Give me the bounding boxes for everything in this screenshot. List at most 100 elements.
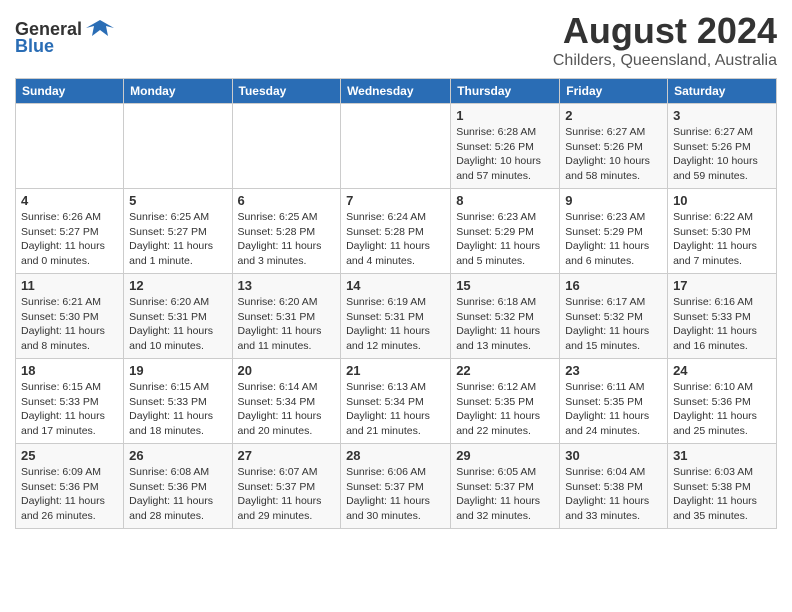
day-info: Sunrise: 6:06 AM Sunset: 5:37 PM Dayligh…: [346, 465, 445, 524]
calendar-cell: 25 Sunrise: 6:09 AM Sunset: 5:36 PM Dayli…: [16, 444, 124, 529]
calendar-header-row: SundayMondayTuesdayWednesdayThursdayFrid…: [16, 79, 777, 104]
day-number: 2: [565, 108, 662, 123]
calendar-cell: 11 Sunrise: 6:21 AM Sunset: 5:30 PM Dayli…: [16, 274, 124, 359]
logo-bird-icon: [86, 18, 114, 40]
calendar-table: SundayMondayTuesdayWednesdayThursdayFrid…: [15, 78, 777, 529]
day-info: Sunrise: 6:27 AM Sunset: 5:26 PM Dayligh…: [673, 125, 771, 184]
day-number: 18: [21, 363, 118, 378]
calendar-cell: 4 Sunrise: 6:26 AM Sunset: 5:27 PM Daylig…: [16, 189, 124, 274]
day-info: Sunrise: 6:20 AM Sunset: 5:31 PM Dayligh…: [238, 295, 336, 354]
day-info: Sunrise: 6:23 AM Sunset: 5:29 PM Dayligh…: [565, 210, 662, 269]
calendar-cell: 9 Sunrise: 6:23 AM Sunset: 5:29 PM Daylig…: [560, 189, 668, 274]
day-info: Sunrise: 6:05 AM Sunset: 5:37 PM Dayligh…: [456, 465, 554, 524]
day-info: Sunrise: 6:13 AM Sunset: 5:34 PM Dayligh…: [346, 380, 445, 439]
day-number: 14: [346, 278, 445, 293]
day-number: 16: [565, 278, 662, 293]
day-number: 19: [129, 363, 226, 378]
day-number: 6: [238, 193, 336, 208]
title-area: August 2024 Childers, Queensland, Austra…: [553, 10, 777, 70]
day-info: Sunrise: 6:24 AM Sunset: 5:28 PM Dayligh…: [346, 210, 445, 269]
day-number: 13: [238, 278, 336, 293]
calendar-cell: [341, 104, 451, 189]
week-row-2: 4 Sunrise: 6:26 AM Sunset: 5:27 PM Daylig…: [16, 189, 777, 274]
day-number: 8: [456, 193, 554, 208]
day-info: Sunrise: 6:12 AM Sunset: 5:35 PM Dayligh…: [456, 380, 554, 439]
header: General Blue August 2024 Childers, Queen…: [15, 10, 777, 70]
day-number: 9: [565, 193, 662, 208]
day-number: 7: [346, 193, 445, 208]
week-row-3: 11 Sunrise: 6:21 AM Sunset: 5:30 PM Dayli…: [16, 274, 777, 359]
page-subtitle: Childers, Queensland, Australia: [553, 52, 777, 70]
day-number: 4: [21, 193, 118, 208]
week-row-5: 25 Sunrise: 6:09 AM Sunset: 5:36 PM Dayli…: [16, 444, 777, 529]
calendar-cell: 12Sunrise: 6:20 AM Sunset: 5:31 PM Dayli…: [124, 274, 232, 359]
calendar-cell: 19 Sunrise: 6:15 AM Sunset: 5:33 PM Dayli…: [124, 359, 232, 444]
calendar-cell: 13 Sunrise: 6:20 AM Sunset: 5:31 PM Dayli…: [232, 274, 341, 359]
calendar-cell: 6Sunrise: 6:25 AM Sunset: 5:28 PM Daylig…: [232, 189, 341, 274]
day-number: 11: [21, 278, 118, 293]
page-title: August 2024: [553, 10, 777, 52]
day-number: 29: [456, 448, 554, 463]
day-info: Sunrise: 6:15 AM Sunset: 5:33 PM Dayligh…: [129, 380, 226, 439]
day-number: 23: [565, 363, 662, 378]
day-info: Sunrise: 6:21 AM Sunset: 5:30 PM Dayligh…: [21, 295, 118, 354]
day-info: Sunrise: 6:11 AM Sunset: 5:35 PM Dayligh…: [565, 380, 662, 439]
day-info: Sunrise: 6:07 AM Sunset: 5:37 PM Dayligh…: [238, 465, 336, 524]
day-info: Sunrise: 6:09 AM Sunset: 5:36 PM Dayligh…: [21, 465, 118, 524]
day-number: 5: [129, 193, 226, 208]
day-info: Sunrise: 6:15 AM Sunset: 5:33 PM Dayligh…: [21, 380, 118, 439]
day-info: Sunrise: 6:14 AM Sunset: 5:34 PM Dayligh…: [238, 380, 336, 439]
calendar-cell: [124, 104, 232, 189]
day-number: 10: [673, 193, 771, 208]
logo: General Blue: [15, 18, 114, 57]
col-header-monday: Monday: [124, 79, 232, 104]
col-header-tuesday: Tuesday: [232, 79, 341, 104]
day-number: 25: [21, 448, 118, 463]
calendar-cell: 24Sunrise: 6:10 AM Sunset: 5:36 PM Dayli…: [668, 359, 777, 444]
calendar-cell: 2Sunrise: 6:27 AM Sunset: 5:26 PM Daylig…: [560, 104, 668, 189]
day-number: 31: [673, 448, 771, 463]
day-number: 27: [238, 448, 336, 463]
calendar-cell: 30Sunrise: 6:04 AM Sunset: 5:38 PM Dayli…: [560, 444, 668, 529]
col-header-saturday: Saturday: [668, 79, 777, 104]
calendar-cell: 15 Sunrise: 6:18 AM Sunset: 5:32 PM Dayli…: [451, 274, 560, 359]
calendar-cell: 5Sunrise: 6:25 AM Sunset: 5:27 PM Daylig…: [124, 189, 232, 274]
day-number: 15: [456, 278, 554, 293]
day-info: Sunrise: 6:18 AM Sunset: 5:32 PM Dayligh…: [456, 295, 554, 354]
calendar-cell: 3Sunrise: 6:27 AM Sunset: 5:26 PM Daylig…: [668, 104, 777, 189]
week-row-4: 18 Sunrise: 6:15 AM Sunset: 5:33 PM Dayli…: [16, 359, 777, 444]
calendar-cell: 18 Sunrise: 6:15 AM Sunset: 5:33 PM Dayli…: [16, 359, 124, 444]
calendar-cell: [232, 104, 341, 189]
calendar-cell: 27 Sunrise: 6:07 AM Sunset: 5:37 PM Dayli…: [232, 444, 341, 529]
calendar-cell: 16 Sunrise: 6:17 AM Sunset: 5:32 PM Dayli…: [560, 274, 668, 359]
day-number: 17: [673, 278, 771, 293]
day-number: 12: [129, 278, 226, 293]
week-row-1: 1 Sunrise: 6:28 AM Sunset: 5:26 PM Daylig…: [16, 104, 777, 189]
day-number: 30: [565, 448, 662, 463]
col-header-friday: Friday: [560, 79, 668, 104]
day-info: Sunrise: 6:17 AM Sunset: 5:32 PM Dayligh…: [565, 295, 662, 354]
day-number: 22: [456, 363, 554, 378]
day-info: Sunrise: 6:23 AM Sunset: 5:29 PM Dayligh…: [456, 210, 554, 269]
day-number: 1: [456, 108, 554, 123]
day-info: Sunrise: 6:10 AM Sunset: 5:36 PM Dayligh…: [673, 380, 771, 439]
calendar-cell: 31Sunrise: 6:03 AM Sunset: 5:38 PM Dayli…: [668, 444, 777, 529]
day-number: 28: [346, 448, 445, 463]
day-number: 21: [346, 363, 445, 378]
day-info: Sunrise: 6:22 AM Sunset: 5:30 PM Dayligh…: [673, 210, 771, 269]
col-header-thursday: Thursday: [451, 79, 560, 104]
calendar-cell: 29 Sunrise: 6:05 AM Sunset: 5:37 PM Dayli…: [451, 444, 560, 529]
calendar-cell: 22 Sunrise: 6:12 AM Sunset: 5:35 PM Dayli…: [451, 359, 560, 444]
calendar-cell: 14 Sunrise: 6:19 AM Sunset: 5:31 PM Dayli…: [341, 274, 451, 359]
col-header-sunday: Sunday: [16, 79, 124, 104]
calendar-cell: 8 Sunrise: 6:23 AM Sunset: 5:29 PM Daylig…: [451, 189, 560, 274]
day-info: Sunrise: 6:19 AM Sunset: 5:31 PM Dayligh…: [346, 295, 445, 354]
day-info: Sunrise: 6:16 AM Sunset: 5:33 PM Dayligh…: [673, 295, 771, 354]
calendar-cell: [16, 104, 124, 189]
day-info: Sunrise: 6:26 AM Sunset: 5:27 PM Dayligh…: [21, 210, 118, 269]
calendar-cell: 23 Sunrise: 6:11 AM Sunset: 5:35 PM Dayli…: [560, 359, 668, 444]
calendar-cell: 1 Sunrise: 6:28 AM Sunset: 5:26 PM Daylig…: [451, 104, 560, 189]
calendar-cell: 20Sunrise: 6:14 AM Sunset: 5:34 PM Dayli…: [232, 359, 341, 444]
calendar-cell: 17 Sunrise: 6:16 AM Sunset: 5:33 PM Dayli…: [668, 274, 777, 359]
day-info: Sunrise: 6:28 AM Sunset: 5:26 PM Dayligh…: [456, 125, 554, 184]
